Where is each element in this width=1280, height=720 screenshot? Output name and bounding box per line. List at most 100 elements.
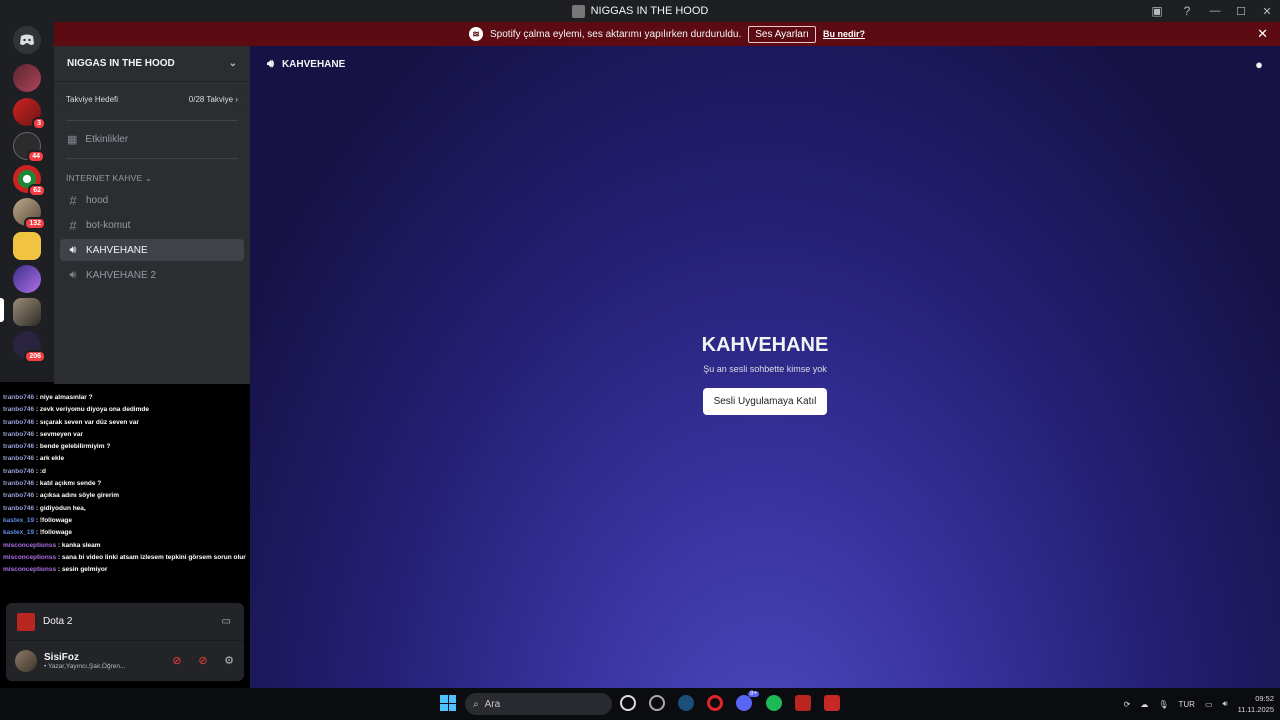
channel-label: KAHVEHANE — [86, 244, 148, 256]
channel-item-kahvehane[interactable]: 🔊︎ KAHVEHANE — [60, 239, 244, 261]
server-header[interactable]: NIGGAS IN THE HOOD ⌄ — [54, 46, 250, 82]
spotify-taskbar-icon[interactable] — [766, 695, 782, 711]
join-voice-button[interactable]: Sesli Uygulamaya Katıl — [702, 388, 828, 415]
activity-game: Dota 2 — [43, 616, 73, 627]
chat-username: tranbo746 — [3, 480, 35, 488]
boost-value: 0/28 Takviye — [188, 94, 234, 104]
chat-username: kastex_19 — [3, 529, 35, 537]
dota-taskbar-icon[interactable] — [795, 695, 811, 711]
clock-time: 09:52 — [1255, 694, 1274, 703]
close-window-button[interactable]: ✕ — [1254, 0, 1280, 22]
windows-taskbar: ⌕ Ara 9+ ⟳ ☁ 🎙︎ TUR ▭ 🔊︎ 09:52 11.11.202… — [0, 688, 1280, 720]
screen-share-icon[interactable]: ▭ — [222, 616, 231, 627]
headphones-deafened-icon[interactable]: ⊘ — [196, 653, 210, 667]
hash-icon: # — [69, 217, 77, 233]
server-icon-current[interactable] — [13, 298, 41, 326]
chat-username: tranbo746 — [3, 406, 35, 414]
discord-badge: 9+ — [748, 691, 759, 697]
chat-text: : !followage — [35, 529, 73, 537]
channel-item-bot-komut[interactable]: # bot-komut — [60, 214, 244, 236]
steam-icon[interactable] — [678, 695, 694, 711]
search-icon: ⌕ — [473, 698, 479, 710]
channel-category[interactable]: İNTERNET KAHVE ⌄ — [54, 173, 250, 184]
volume-icon[interactable]: 🔊︎ — [1223, 699, 1228, 709]
network-icon[interactable]: ⟳ — [1124, 700, 1131, 709]
system-tray: ⟳ ☁ 🎙︎ TUR ▭ 🔊︎ 09:52 11.11.2025 — [1124, 688, 1274, 720]
discord-home-icon[interactable] — [13, 26, 41, 54]
minimize-button[interactable]: — — [1202, 0, 1228, 22]
chat-line: tranbo746 : ark ekle — [3, 453, 247, 465]
clock[interactable]: 09:52 11.11.2025 — [1238, 693, 1274, 715]
display-icon[interactable]: ▭ — [1205, 700, 1213, 709]
server-thumbnail-icon — [571, 4, 585, 18]
cloud-icon[interactable]: ☁ — [1140, 700, 1148, 709]
window-title: NIGGAS IN THE HOOD — [590, 5, 709, 17]
server-icon-2[interactable]: 3 — [13, 98, 46, 130]
chat-line: tranbo746 : katıl açıkmı sende ? — [3, 478, 247, 490]
chat-line: tranbo746 : bende gelebilirmiyim ? — [3, 441, 247, 453]
mic-icon[interactable]: 🎙︎ — [1158, 700, 1168, 709]
windows-start-icon[interactable] — [440, 695, 456, 711]
events-label: Etkinlikler — [85, 134, 129, 145]
spotify-notice-bar: ≋ Spotify çalma eylemi, ses aktarımı yap… — [54, 22, 1280, 46]
activity-row[interactable]: Dota 2 ▭ — [6, 603, 244, 641]
chat-lines: tranbo746 : niye almasınlar ? tranbo746 :… — [3, 384, 247, 576]
server-icon-7[interactable] — [13, 265, 41, 293]
selected-server-pill — [0, 298, 4, 322]
window-controls: ▣ ? — ☐ ✕ — [1142, 0, 1280, 22]
mic-muted-icon[interactable]: ⊘ — [170, 653, 184, 667]
maximize-button[interactable]: ☐ — [1228, 0, 1254, 22]
mention-badge: 44 — [27, 150, 45, 163]
chat-line: tranbo746 : gidiyodun hea, — [3, 503, 247, 515]
chat-username: misconceptionss — [3, 566, 57, 574]
server-name: NIGGAS IN THE HOOD — [67, 58, 175, 69]
channel-title: KAHVEHANE — [281, 58, 346, 70]
app-icon-red[interactable] — [824, 695, 840, 711]
server-icon-5[interactable]: 132 — [13, 198, 46, 230]
user-controls: ⊘ ⊘ ⚙ — [170, 653, 236, 667]
sound-settings-button[interactable]: Ses Ayarları — [748, 25, 816, 43]
server-icon-4[interactable]: 62 — [13, 165, 46, 197]
taskbar-search[interactable]: ⌕ Ara — [465, 693, 612, 715]
channel-item-kahvehane-2[interactable]: 🔊︎ KAHVEHANE 2 — [60, 264, 244, 286]
user-info: SisiFoz • Yazar,Yayıncı,Şair,Öğren... — [44, 652, 125, 670]
server-icon-6[interactable] — [13, 232, 41, 260]
voice-channel-view: 🔊︎ KAHVEHANE ● KAHVEHANE Şu an sesli soh… — [250, 46, 1280, 688]
chat-line: tranbo746 : niye almasınlar ? — [3, 392, 247, 404]
chat-username: tranbo746 — [3, 492, 35, 500]
chat-username: misconceptionss — [3, 541, 57, 549]
app-icon-2[interactable] — [649, 695, 665, 711]
events-item[interactable]: ▦ Etkinlikler — [54, 133, 250, 146]
chat-text: : katıl açıkmı sende ? — [35, 480, 102, 488]
chat-text: : sıçarak seven var düz seven var — [35, 418, 139, 426]
chat-username: kastex_19 — [3, 516, 35, 524]
language-indicator[interactable]: TUR — [1179, 700, 1195, 709]
channel-item-hood[interactable]: # hood — [60, 189, 244, 211]
channel-label: KAHVEHANE 2 — [86, 269, 157, 281]
notice-text: Spotify çalma eylemi, ses aktarımı yapıl… — [490, 28, 742, 40]
help-icon[interactable]: ? — [1180, 4, 1194, 18]
chat-text: : ark ekle — [35, 455, 65, 463]
chat-line: misconceptionss : kanka sleam — [3, 540, 247, 552]
app-icon-1[interactable] — [620, 695, 636, 711]
inbox-icon[interactable]: ▣ — [1150, 4, 1164, 18]
server-folder-icon[interactable]: 206 — [13, 331, 46, 363]
boost-label: Takviye Hedefi — [66, 94, 119, 104]
what-is-this-link[interactable]: Bu nedir? — [823, 29, 865, 39]
chat-text: : niye almasınlar ? — [35, 394, 93, 401]
opera-icon[interactable] — [707, 695, 723, 711]
speaker-icon: 🔊︎ — [69, 243, 77, 256]
discord-taskbar-icon[interactable]: 9+ — [736, 691, 759, 711]
speaker-icon: 🔊︎ — [267, 57, 274, 70]
chevron-right-icon: › — [235, 94, 238, 104]
chat-username: tranbo746 — [3, 430, 35, 438]
server-icon-1[interactable] — [13, 64, 41, 92]
user-row[interactable]: SisiFoz • Yazar,Yayıncı,Şair,Öğren... ⊘ … — [6, 641, 244, 681]
server-icon-voxz[interactable]: 44 — [13, 132, 45, 163]
close-icon[interactable]: ✕ — [1257, 26, 1268, 42]
chat-username: tranbo746 — [3, 443, 35, 451]
chat-bubble-icon[interactable]: ● — [1255, 57, 1263, 72]
boost-goal[interactable]: Takviye Hedefi 0/28 Takviye › — [62, 90, 242, 108]
username: SisiFoz — [44, 652, 80, 663]
gear-icon[interactable]: ⚙ — [222, 653, 236, 667]
